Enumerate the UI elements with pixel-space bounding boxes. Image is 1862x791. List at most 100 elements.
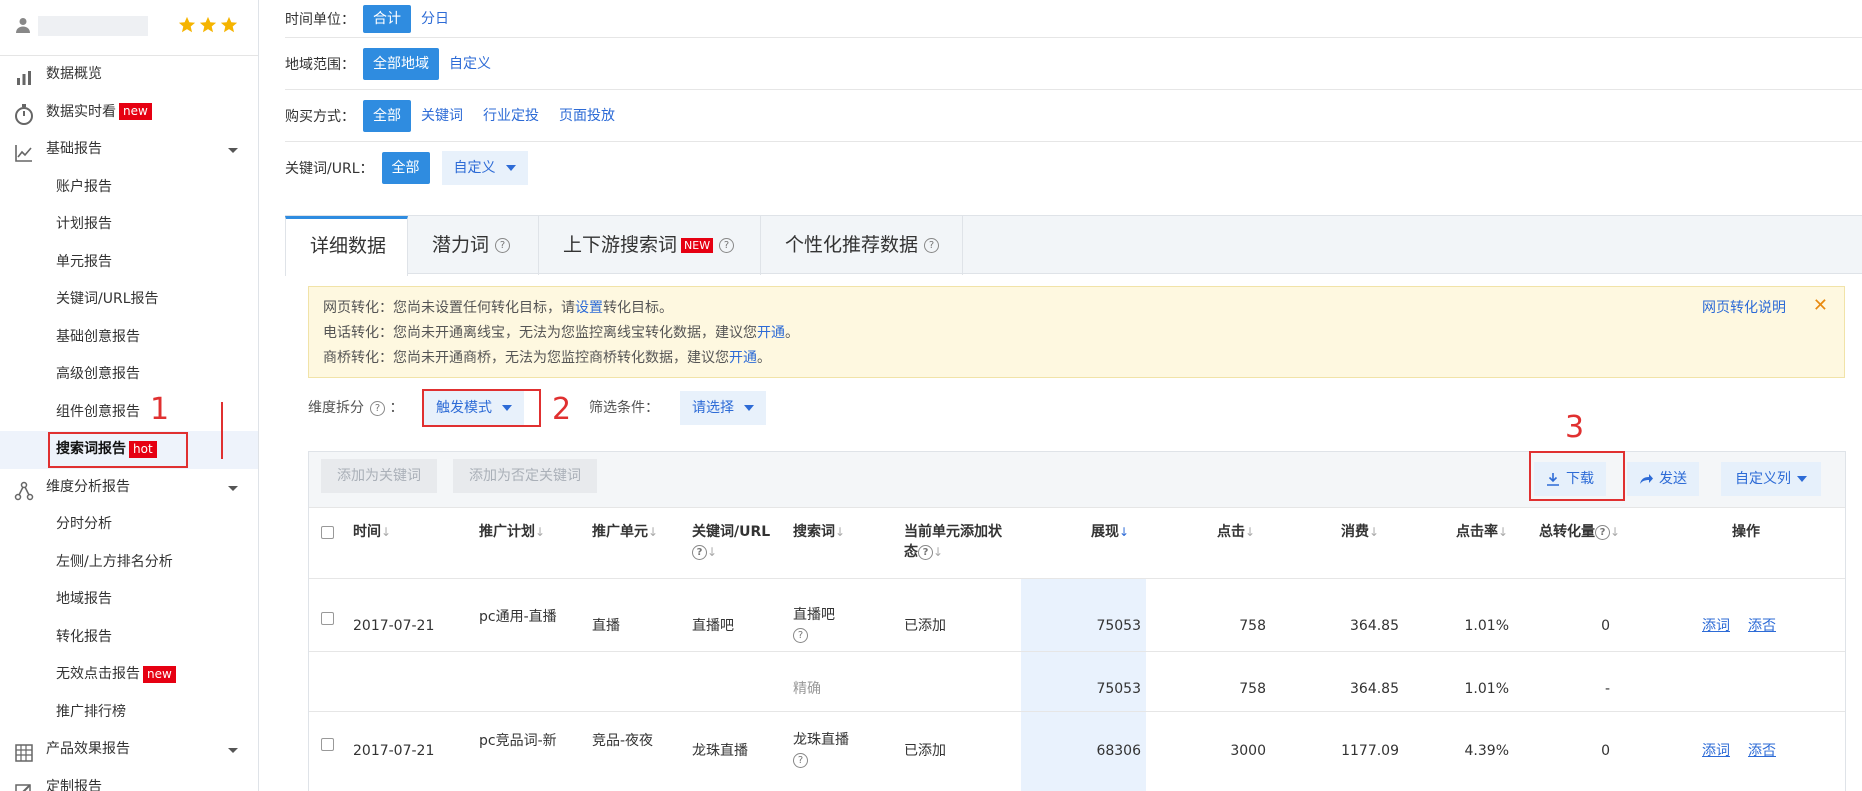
sidebar-item-component-creative-report[interactable]: 组件创意报告 [0, 394, 258, 432]
row-date: 2017-07-21 [353, 743, 435, 759]
sidebar-item-hourly-analysis[interactable]: 分时分析 [0, 506, 258, 544]
help-icon[interactable]: ? [793, 627, 808, 643]
column-header-conversions[interactable]: 总转化量? ↓ [1539, 522, 1620, 542]
filter-region: 地域范围： 全部地域 自定义 [285, 38, 1862, 90]
sidebar-item-basic-creative-report[interactable]: 基础创意报告 [0, 319, 258, 357]
sidebar-item-plan-report[interactable]: 计划报告 [0, 206, 258, 244]
sidebar-item-overview[interactable]: 数据概览 [0, 56, 258, 94]
share-arrow-icon [1640, 474, 1653, 484]
column-header-impressions[interactable]: 展现↓ [1091, 522, 1129, 542]
row-status: 已添加 [904, 618, 946, 634]
sidebar-item-unit-report[interactable]: 单元报告 [0, 244, 258, 282]
help-icon[interactable]: ? [793, 752, 808, 768]
column-header-ctr[interactable]: 点击率↓ [1456, 522, 1508, 542]
sort-arrow-icon: ↓ [1369, 525, 1380, 539]
send-button[interactable]: 发送 [1627, 462, 1699, 496]
sidebar-item-region-report[interactable]: 地域报告 [0, 581, 258, 619]
conversion-help-link[interactable]: 网页转化说明 [1702, 297, 1786, 317]
tab-detail-data[interactable]: 详细数据 [285, 216, 408, 276]
column-header-time[interactable]: 时间↓ [353, 522, 391, 542]
column-header-clicks[interactable]: 点击↓ [1217, 522, 1255, 542]
row-keyword: 直播吧 [692, 618, 734, 634]
time-option-total[interactable]: 合计 [363, 4, 411, 33]
column-header-plan[interactable]: 推广计划↓ [479, 522, 545, 542]
highlight-box-trigger-mode [422, 389, 541, 427]
time-option-daily[interactable]: 分日 [411, 3, 459, 35]
row-unit: 竞品-夜夜 [592, 733, 654, 749]
star-icon [178, 16, 196, 33]
sort-arrow-icon: ↓ [835, 525, 846, 539]
sidebar-item-product-report[interactable]: 产品效果报告 [0, 731, 258, 769]
grid-icon [14, 741, 34, 762]
help-icon[interactable]: ? [719, 238, 735, 253]
add-negative-link[interactable]: 添否 [1748, 741, 1776, 761]
search-term-table: 添加为关键词 添加为否定关键词 下载 发送 自定义列 时间↓ 推广计划↓ 推广单… [308, 451, 1846, 791]
tab-potential-words[interactable]: 潜力词? [408, 216, 539, 275]
select-all-checkbox[interactable] [321, 526, 334, 539]
kw-option-all[interactable]: 全部 [381, 152, 430, 184]
buy-option-industry[interactable]: 行业定投 [473, 100, 549, 132]
sidebar-item-conversion-report[interactable]: 转化报告 [0, 619, 258, 657]
setup-link[interactable]: 设置 [575, 300, 603, 316]
row-ctr: 1.01% [1464, 618, 1509, 634]
row-checkbox[interactable] [321, 612, 334, 625]
sidebar-item-basic-report[interactable]: 基础报告 [0, 131, 258, 169]
notice-line-web: 网页转化：您尚未设置任何转化目标，请设置转化目标。 [323, 300, 673, 316]
column-header-unit[interactable]: 推广单元↓ [592, 522, 658, 542]
row-search-term: 直播吧? [793, 607, 835, 643]
row-unit: 直播 [592, 618, 620, 634]
row-checkbox[interactable] [321, 738, 334, 751]
sidebar-item-ranking-list[interactable]: 推广排行榜 [0, 694, 258, 732]
chevron-down-icon [228, 148, 238, 153]
column-header-search-term[interactable]: 搜索词↓ [793, 522, 845, 542]
sidebar-item-custom-report[interactable]: 定制报告 [0, 769, 258, 791]
help-icon[interactable]: ? [692, 544, 707, 560]
kw-custom-dropdown[interactable]: 自定义 [441, 151, 528, 185]
help-icon[interactable]: ? [918, 544, 933, 560]
tab-personalized-data[interactable]: 个性化推荐数据? [761, 216, 963, 275]
sort-arrow-icon: ↓ [707, 545, 718, 559]
filter-condition-dropdown[interactable]: 请选择 [680, 391, 766, 425]
chevron-down-icon [228, 748, 238, 753]
add-negative-link[interactable]: 添否 [1748, 616, 1776, 636]
sidebar-item-keyword-report[interactable]: 关键词/URL报告 [0, 281, 258, 319]
chevron-down-icon [505, 165, 516, 171]
add-negative-keyword-button[interactable]: 添加为否定关键词 [453, 459, 597, 493]
notice-line-phone: 电话转化：您尚未开通离线宝，无法为您监控离线宝转化数据，建议您开通。 [323, 325, 799, 341]
sidebar-item-invalid-click-report[interactable]: 无效点击报告 new [0, 656, 258, 694]
column-header-add-status[interactable]: 当前单元添加状态? ↓ [904, 522, 1002, 562]
sidebar-item-ranking-analysis[interactable]: 左侧/上方排名分析 [0, 544, 258, 582]
region-option-custom[interactable]: 自定义 [439, 48, 501, 80]
sidebar-item-advanced-creative-report[interactable]: 高级创意报告 [0, 356, 258, 394]
tab-upstream-downstream[interactable]: 上下游搜索词 NEW? [539, 216, 761, 275]
annotation-number-1: 1 [150, 392, 170, 427]
column-header-keyword-url[interactable]: 关键词/URL? ↓ [692, 522, 770, 562]
buy-option-keyword[interactable]: 关键词 [411, 100, 473, 132]
activate-link[interactable]: 开通 [757, 325, 785, 341]
help-icon[interactable]: ? [495, 238, 511, 253]
help-icon[interactable]: ? [924, 238, 940, 253]
new-badge: NEW [681, 238, 714, 253]
account-stars [178, 16, 238, 34]
activate-link[interactable]: 开通 [729, 350, 757, 366]
custom-columns-dropdown[interactable]: 自定义列 [1721, 462, 1821, 496]
sidebar-item-dimension-report[interactable]: 维度分析报告 [0, 469, 258, 507]
row-keyword: 龙珠直播 [692, 743, 748, 759]
buy-option-all[interactable]: 全部 [363, 99, 411, 132]
add-word-link[interactable]: 添词 [1702, 741, 1730, 761]
help-icon[interactable]: ? [370, 400, 385, 416]
help-icon[interactable]: ? [1595, 524, 1610, 540]
close-icon[interactable]: ✕ [1813, 295, 1828, 316]
bar-chart-icon [14, 66, 34, 86]
sidebar-item-realtime[interactable]: 数据实时看 new [0, 94, 258, 132]
region-option-all[interactable]: 全部地域 [363, 47, 439, 80]
sort-arrow-icon: ↓ [381, 525, 392, 539]
sort-arrow-icon: ↓ [1610, 525, 1621, 539]
row-match-type: 精确 [793, 681, 821, 697]
sidebar-item-account-report[interactable]: 账户报告 [0, 169, 258, 207]
add-word-link[interactable]: 添词 [1702, 616, 1730, 636]
buy-option-page[interactable]: 页面投放 [549, 100, 625, 132]
add-keyword-button[interactable]: 添加为关键词 [321, 459, 437, 493]
column-header-cost[interactable]: 消费↓ [1341, 522, 1379, 542]
highlight-box-search-term [48, 432, 188, 468]
